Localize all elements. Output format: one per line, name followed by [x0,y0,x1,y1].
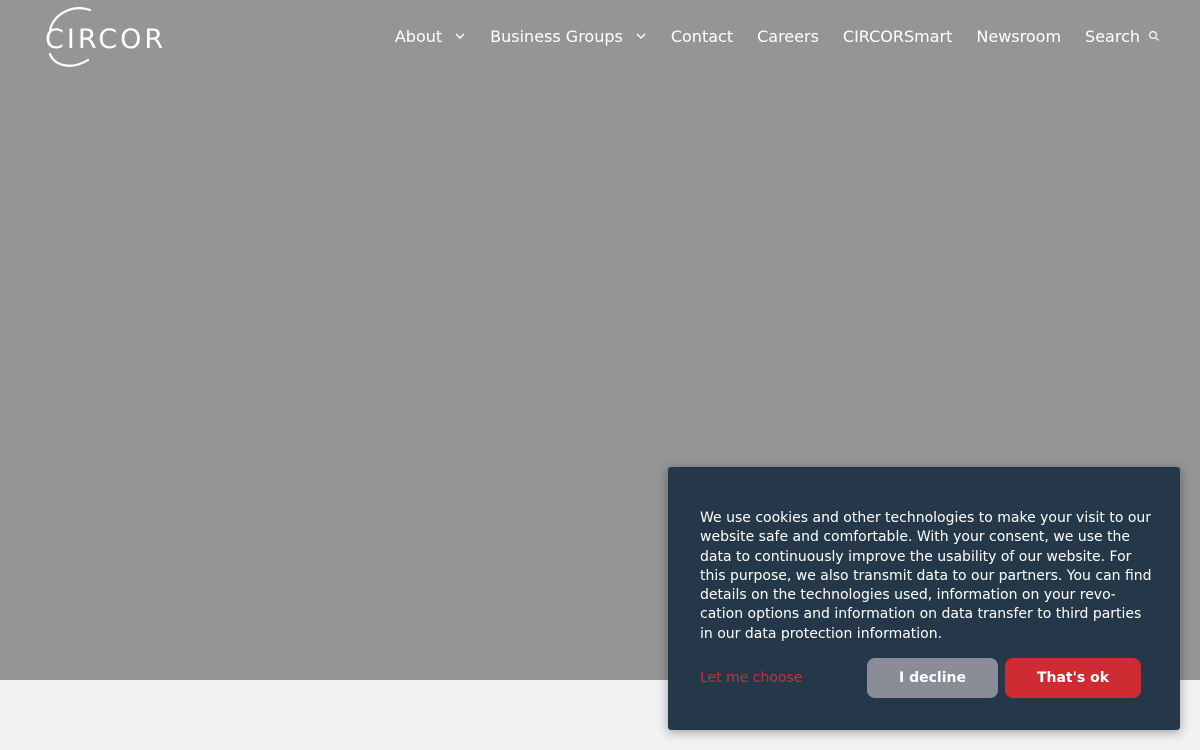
let-me-choose-link[interactable]: Let me choose [700,669,802,687]
cookie-consent-text: We use cookies and other technologies to… [700,510,1152,642]
nav-item-contact[interactable]: Contact [671,27,733,46]
search-icon [1148,30,1159,41]
chevron-down-icon [455,33,465,39]
main-navigation: About Business Groups Contact Careers CI… [395,24,1160,48]
nav-item-label: Contact [670,26,734,46]
logo-text: CIRCOR [45,24,167,55]
nav-item-label: Newsroom [976,26,1062,46]
chevron-down-icon [636,33,646,39]
nav-item-label: Careers [757,26,819,46]
nav-item-about[interactable]: About [395,27,466,46]
nav-item-careers[interactable]: Careers [757,27,819,46]
nav-item-business-groups[interactable]: Business Groups [490,27,647,46]
search-button[interactable]: Search [1085,27,1160,46]
nav-item-label: Business Groups [490,26,623,46]
decline-button[interactable]: I decline [867,658,998,698]
search-label: Search [1085,26,1140,46]
cookie-consent-banner: We use cookies and other technologies to… [668,467,1180,730]
accept-button[interactable]: That's ok [1005,658,1141,698]
circor-logo[interactable]: CIRCOR [40,4,180,70]
nav-item-label: CIRCORSmart [842,26,953,46]
nav-item-newsroom[interactable]: Newsroom [976,27,1061,46]
nav-item-label: About [394,26,443,46]
nav-item-circorsmart[interactable]: CIRCORSmart [843,27,953,46]
